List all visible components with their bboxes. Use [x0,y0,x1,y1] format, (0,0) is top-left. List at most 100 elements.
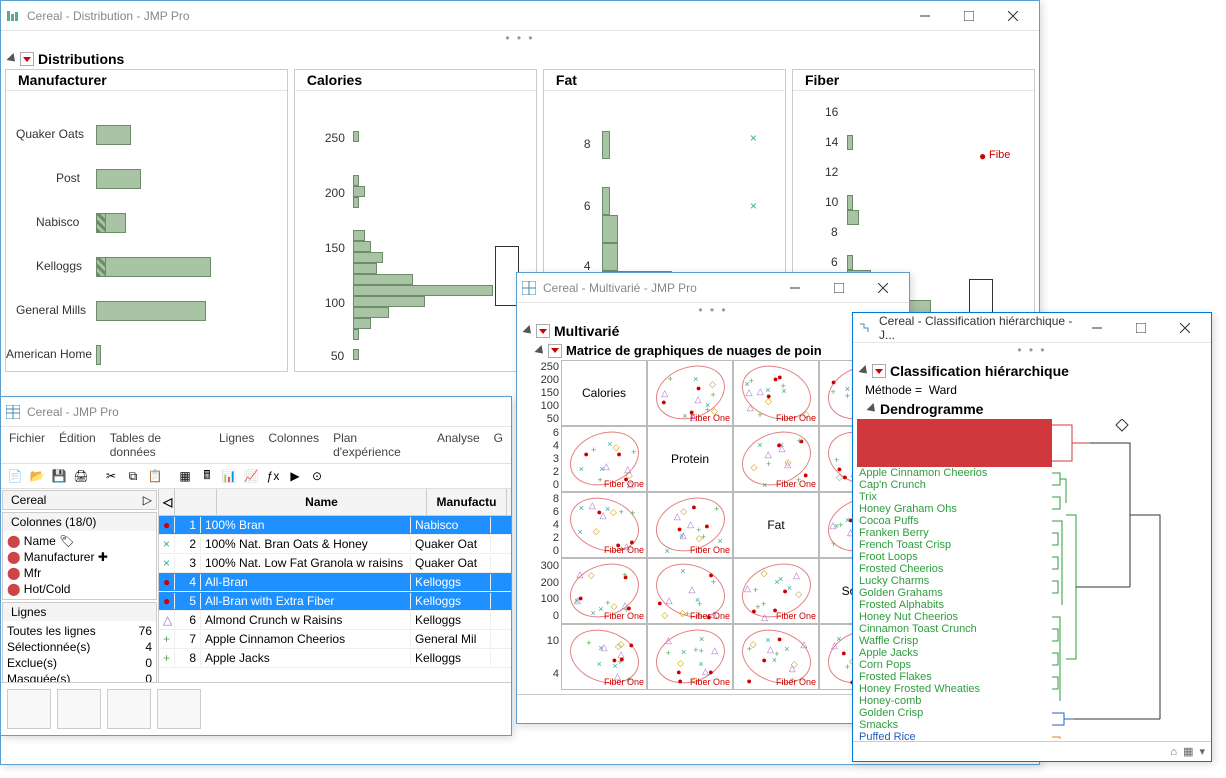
close-button[interactable] [991,2,1035,30]
menu-tables[interactable]: Tables de données [110,431,205,459]
page-icon[interactable]: ▦ [1183,745,1193,758]
dendrogram-item[interactable]: Frosted Flakes [857,671,1052,683]
maximize-button[interactable] [817,274,861,302]
grip-icon[interactable]: • • • [1,31,1039,45]
dendrogram-item[interactable]: Corn Pops [857,659,1052,671]
grip-icon[interactable]: • • • [853,343,1211,357]
tool-table-icon[interactable]: ▦ [175,466,195,486]
dendrogram-item[interactable]: Puffed Rice [857,731,1052,741]
nav-left-icon[interactable]: ◁ [159,489,175,515]
hotspot-icon[interactable] [536,324,550,338]
dendrogram-item[interactable]: All-Bran with Extra Fiber [857,443,1052,455]
thumbnail[interactable] [57,689,101,729]
column-item[interactable]: ⬤ Mfr [7,565,152,581]
dendrogram-item[interactable]: Trix [857,491,1052,503]
tool-lasso-icon[interactable]: ⊙ [307,466,327,486]
thumbnail[interactable] [157,689,201,729]
dendrogram-labels[interactable]: 100% BranAll-BranAll-Bran with Extra Fib… [857,419,1052,741]
tool-paste-icon[interactable]: 📋 [145,466,165,486]
close-button[interactable] [861,274,905,302]
dendrogram-item[interactable]: Lucky Charms [857,575,1052,587]
hier-heading[interactable]: Classification hiérarchique [857,361,1207,381]
calories-chart[interactable]: 250 200 150 100 50 [295,91,536,371]
column-header-manufacturer[interactable]: Manufactu [427,489,507,515]
thumbnail[interactable] [107,689,151,729]
menu-fichier[interactable]: Fichier [9,431,45,459]
dendrogram-item[interactable]: Honey Frosted Wheaties [857,683,1052,695]
column-header-name[interactable]: Name [217,489,427,515]
thumbnail[interactable] [7,689,51,729]
dendrogram-item[interactable]: Golden Grahams [857,587,1052,599]
rows-section[interactable]: Lignes [3,603,156,621]
tool-print-icon[interactable]: 🖨 [71,466,91,486]
manufacturer-chart[interactable]: Quaker Oats Post Nabisco Kelloggs Genera… [6,91,287,371]
tool-open-icon[interactable]: 📂 [27,466,47,486]
tool-run-icon[interactable]: ▶ [285,466,305,486]
menu-analyse[interactable]: Analyse [437,431,480,459]
titlebar[interactable]: Cereal - Distribution - JMP Pro [1,1,1039,31]
dendrogram-item[interactable]: All-Bran [857,431,1052,443]
menu-lignes[interactable]: Lignes [219,431,254,459]
tool-new-icon[interactable]: 📄 [5,466,25,486]
hotspot-icon[interactable] [20,52,34,66]
chevron-down-icon[interactable]: ▾ [1199,745,1205,758]
tool-fit-icon[interactable]: 📈 [241,466,261,486]
dendrogram-item[interactable]: Cocoa Puffs [857,515,1052,527]
dendrogram-item[interactable]: Froot Loops [857,551,1052,563]
hotspot-icon[interactable] [548,344,562,358]
tool-calc-icon[interactable]: 🖩 [197,466,217,486]
rows-stat[interactable]: Sélectionnée(s)4 [7,639,152,655]
dendrogram-item[interactable]: Honey-comb [857,695,1052,707]
table-row[interactable]: ×3100% Nat. Low Fat Granola w raisinsQua… [159,554,511,573]
dendrogram-item[interactable]: Cap'n Crunch [857,479,1052,491]
titlebar[interactable]: Cereal - Multivarié - JMP Pro [517,273,909,303]
table-row[interactable]: ●1100% BranNabisco [159,516,511,535]
column-item[interactable]: ⬤ Name 🏷 [7,533,152,549]
distributions-heading[interactable]: Distributions [5,49,1035,69]
dendrogram-item[interactable]: Honey Nut Cheerios [857,611,1052,623]
dendrogram-item[interactable]: Frosted Cheerios [857,563,1052,575]
dendrogram-item[interactable]: Waffle Crisp [857,635,1052,647]
dendrogram-item[interactable]: Golden Crisp [857,707,1052,719]
dendrogram-item[interactable]: Apple Jacks [857,647,1052,659]
table-row[interactable]: ×2100% Nat. Bran Oats & HoneyQuaker Oat [159,535,511,554]
table-name-section[interactable]: Cereal▷ [3,491,156,509]
maximize-button[interactable] [1119,314,1163,342]
tool-copy-icon[interactable]: ⧉ [123,466,143,486]
dendrogram-item[interactable]: French Toast Crisp [857,539,1052,551]
dendrogram-item[interactable]: Fiber One [857,455,1052,467]
dendrogram-heading[interactable]: Dendrogramme [865,399,1207,419]
dendrogram-item[interactable]: Franken Berry [857,527,1052,539]
dendrogram-tree[interactable] [1052,419,1207,741]
table-row[interactable]: +8Apple JacksKelloggs [159,649,511,668]
tool-formula-icon[interactable]: ƒx [263,466,283,486]
dendrogram-item[interactable]: Frosted Alphabits [857,599,1052,611]
rows-stat[interactable]: Exclue(s)0 [7,655,152,671]
minimize-button[interactable] [903,2,947,30]
dendrogram-item[interactable]: 100% Bran [857,419,1052,431]
multivariate-heading[interactable]: Multivarié [521,321,905,341]
dendrogram-item[interactable]: Smacks [857,719,1052,731]
table-row[interactable]: ●4All-BranKelloggs [159,573,511,592]
tool-dist-icon[interactable]: 📊 [219,466,239,486]
table-row[interactable]: △6Almond Crunch w RaisinsKelloggs [159,611,511,630]
minimize-button[interactable] [1075,314,1119,342]
menu-graphe[interactable]: G [494,431,503,459]
menu-colonnes[interactable]: Colonnes [268,431,319,459]
minimize-button[interactable] [773,274,817,302]
tool-cut-icon[interactable]: ✂ [101,466,121,486]
grip-icon[interactable]: • • • [517,303,909,317]
dendrogram-item[interactable]: Cinnamon Toast Crunch [857,623,1052,635]
table-row[interactable]: ●5All-Bran with Extra FiberKelloggs [159,592,511,611]
rows-stat[interactable]: Toutes les lignes76 [7,623,152,639]
scatterplot-matrix[interactable]: 25020015010050Calories●+△×◇●+△×◇●+△×Fibe… [521,360,905,690]
column-item[interactable]: ⬤ Manufacturer ✚ [7,549,152,565]
home-icon[interactable]: ⌂ [1170,746,1177,758]
dendrogram-item[interactable]: Apple Cinnamon Cheerios [857,467,1052,479]
close-button[interactable] [1163,314,1207,342]
menu-edition[interactable]: Édition [59,431,96,459]
columns-section[interactable]: Colonnes (18/0) [3,513,156,531]
column-item[interactable]: ⬤ Hot/Cold [7,581,152,597]
grid-body[interactable]: ●1100% BranNabisco×2100% Nat. Bran Oats … [159,516,511,668]
menu-plan[interactable]: Plan d'expérience [333,431,423,459]
